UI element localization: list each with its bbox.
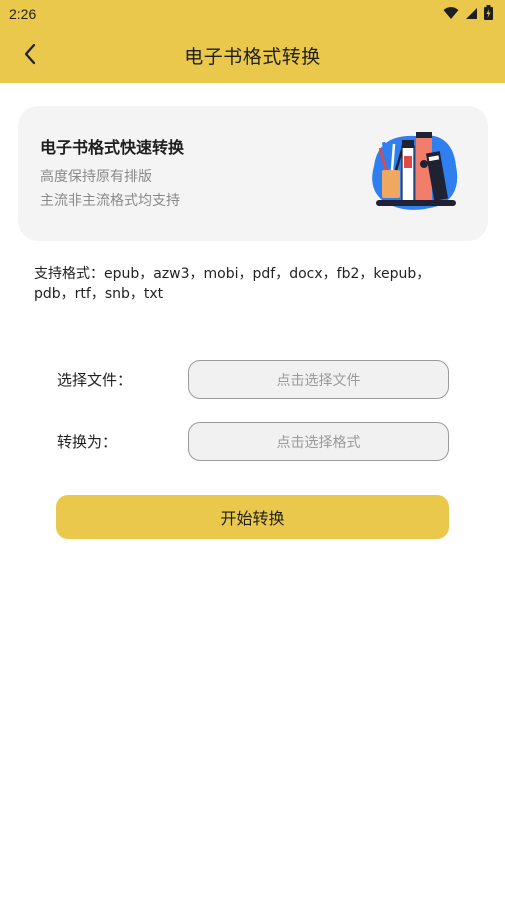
intro-card: 电子书格式快速转换 高度保持原有排版 主流非主流格式均支持: [18, 106, 488, 241]
status-time: 2:26: [9, 6, 37, 22]
wifi-icon: [443, 5, 459, 24]
supported-formats-text: 支持格式：epub，azw3，mobi，pdf，docx，fb2，kepub，p…: [34, 266, 431, 302]
select-file-field[interactable]: 点击选择文件: [188, 360, 449, 399]
file-label: 选择文件：: [57, 371, 133, 389]
books-illustration: [364, 126, 464, 226]
format-label: 转换为：: [57, 433, 118, 451]
battery-icon: [484, 4, 493, 24]
chevron-left-icon: [23, 43, 37, 69]
card-heading: 电子书格式快速转换: [40, 138, 185, 157]
select-format-field[interactable]: 点击选择格式: [188, 422, 449, 461]
back-button[interactable]: [16, 42, 44, 70]
card-subtitle-2: 主流非主流格式均支持: [40, 193, 180, 209]
app-bar: 电子书格式转换: [0, 28, 505, 83]
status-bar: 2:26: [0, 0, 505, 28]
card-subtitle-1: 高度保持原有排版: [40, 169, 152, 185]
page-title: 电子书格式转换: [184, 46, 321, 68]
status-icons: [443, 4, 493, 24]
start-convert-button[interactable]: 开始转换: [56, 495, 449, 539]
signal-icon: [465, 5, 478, 24]
